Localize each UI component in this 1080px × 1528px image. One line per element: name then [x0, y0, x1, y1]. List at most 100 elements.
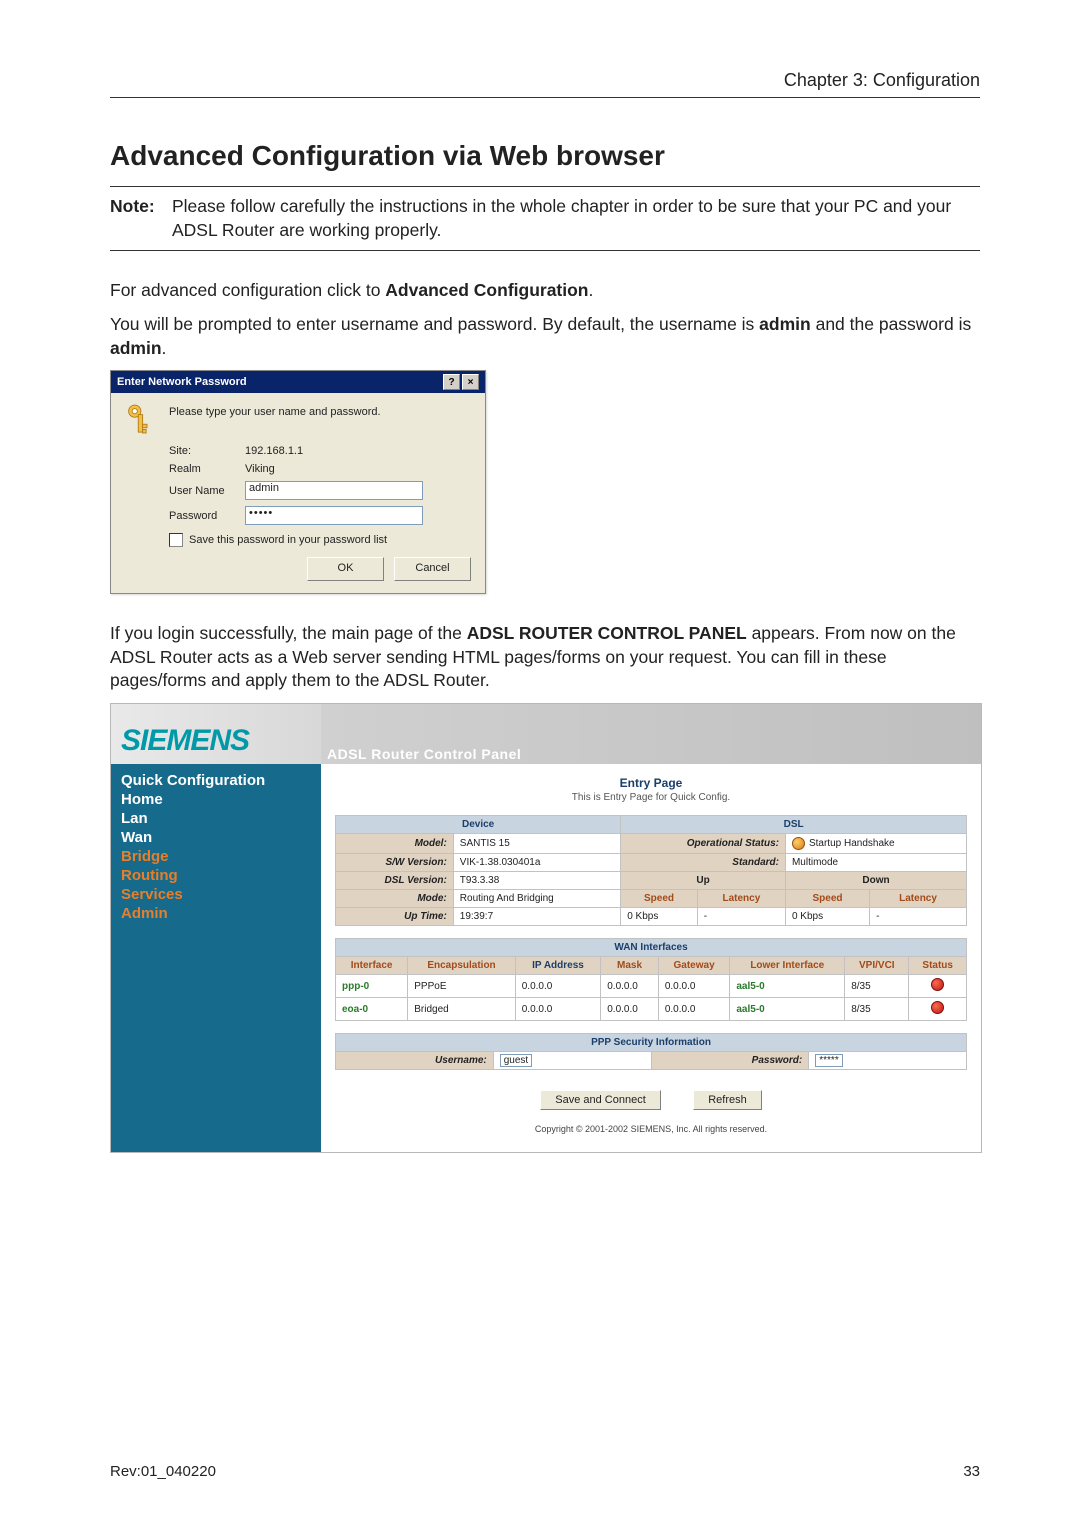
table-row: eoa-0 Bridged 0.0.0.0 0.0.0.0 0.0.0.0 aa… [336, 998, 967, 1021]
model-label: Model: [336, 834, 454, 854]
sidebar-item-bridge[interactable]: Bridge [121, 848, 311, 865]
refresh-button[interactable]: Refresh [693, 1090, 762, 1110]
text: . [162, 338, 167, 358]
op-status-value: Startup Handshake [785, 834, 966, 854]
entry-page-subtitle: This is Entry Page for Quick Config. [335, 792, 967, 803]
col-encapsulation: Encapsulation [408, 957, 516, 975]
ip-value: 0.0.0.0 [515, 998, 600, 1021]
op-status-text: Startup Handshake [809, 838, 895, 849]
page-footer: Rev:01_040220 33 [110, 1463, 980, 1480]
dialog-prompt: Please type your user name and password. [169, 403, 381, 418]
header-rule [110, 97, 980, 98]
ppp-table: PPP Security Information Username: guest… [335, 1033, 967, 1070]
interface-link[interactable]: eoa-0 [342, 1004, 368, 1015]
dsl-version-value: T93.3.38 [453, 872, 620, 890]
ppp-password-input[interactable]: ***** [815, 1054, 842, 1067]
text: . [589, 280, 594, 300]
vpi-value: 8/35 [845, 998, 909, 1021]
save-password-checkbox[interactable] [169, 533, 183, 547]
dsl-version-label: DSL Version: [336, 872, 454, 890]
sidebar-item-quick-config[interactable]: Quick Configuration [121, 772, 311, 789]
brand-bar: ADSL Router Control Panel [321, 704, 981, 764]
lower-interface-link[interactable]: aal5-0 [736, 981, 764, 992]
mode-label: Mode: [336, 890, 454, 908]
revision-text: Rev:01_040220 [110, 1463, 216, 1480]
ppp-username-label: Username: [336, 1052, 494, 1070]
device-dsl-table: Device DSL Model: SANTIS 15 Operational … [335, 815, 967, 926]
uptime-value: 19:39:7 [453, 908, 620, 926]
copyright-text: Copyright © 2001-2002 SIEMENS, Inc. All … [335, 1124, 967, 1134]
sidebar-item-home[interactable]: Home [121, 791, 311, 808]
ip-address-link[interactable]: IP Address [532, 960, 584, 971]
control-panel: SIEMENS ADSL Router Control Panel Quick … [110, 703, 982, 1153]
note-text: Please follow carefully the instructions… [172, 195, 980, 242]
close-icon[interactable]: × [462, 374, 479, 390]
cancel-button[interactable]: Cancel [394, 557, 471, 581]
up-speed-value: 0 Kbps [621, 908, 698, 926]
siemens-logo: SIEMENS [121, 724, 249, 758]
mode-value: Routing And Bridging [453, 890, 620, 908]
title-rule-top [110, 186, 980, 187]
up-latency-value: - [697, 908, 785, 926]
col-mask: Mask [601, 957, 659, 975]
text: You will be prompted to enter username a… [110, 314, 759, 334]
realm-value: Viking [245, 463, 275, 475]
text: and the password is [811, 314, 972, 334]
dialog-titlebar: Enter Network Password ? × [111, 371, 485, 393]
save-password-label: Save this password in your password list [189, 534, 387, 546]
text-bold: admin [759, 314, 811, 334]
device-header: Device [336, 816, 621, 834]
username-input[interactable]: admin [245, 481, 423, 500]
sidebar-item-routing[interactable]: Routing [121, 867, 311, 884]
help-icon[interactable]: ? [443, 374, 460, 390]
site-value: 192.168.1.1 [245, 445, 303, 457]
page-title: Advanced Configuration via Web browser [110, 140, 980, 172]
col-vpi-vci: VPI/VCI [845, 957, 909, 975]
interface-link[interactable]: ppp-0 [342, 981, 369, 992]
paragraph-credentials: You will be prompted to enter username a… [110, 313, 980, 360]
op-status-label: Operational Status: [621, 834, 786, 854]
sidebar: Quick Configuration Home Lan Wan Bridge … [111, 764, 321, 1152]
mask-value: 0.0.0.0 [601, 998, 659, 1021]
vpi-value: 8/35 [845, 975, 909, 998]
text: For advanced configuration click to [110, 280, 385, 300]
ppp-password-label: Password: [651, 1052, 809, 1070]
wan-table: WAN Interfaces Interface Encapsulation I… [335, 938, 967, 1021]
sidebar-item-lan[interactable]: Lan [121, 810, 311, 827]
down-header: Down [785, 872, 966, 890]
lower-interface-link[interactable]: aal5-0 [736, 1004, 764, 1015]
mask-value: 0.0.0.0 [601, 975, 659, 998]
paragraph-advanced-config: For advanced configuration click to Adva… [110, 279, 980, 303]
password-input[interactable]: ••••• [245, 506, 423, 525]
sidebar-item-services[interactable]: Services [121, 886, 311, 903]
col-status: Status [909, 957, 967, 975]
sidebar-item-wan[interactable]: Wan [121, 829, 311, 846]
uptime-label: Up Time: [336, 908, 454, 926]
text-bold: Advanced Configuration [385, 280, 588, 300]
sw-version-label: S/W Version: [336, 854, 454, 872]
title-rule-bottom [110, 250, 980, 251]
down-speed-value: 0 Kbps [785, 908, 869, 926]
status-icon [792, 837, 805, 850]
col-lower-interface: Lower Interface [730, 957, 845, 975]
sidebar-item-admin[interactable]: Admin [121, 905, 311, 922]
up-speed-header: Speed [621, 890, 698, 908]
model-value: SANTIS 15 [453, 834, 620, 854]
up-latency-header: Latency [697, 890, 785, 908]
login-dialog: Enter Network Password ? × Please type y… [110, 370, 486, 594]
ok-button[interactable]: OK [307, 557, 384, 581]
ppp-username-input[interactable]: guest [500, 1054, 532, 1067]
sw-version-value: VIK-1.38.030401a [453, 854, 620, 872]
down-latency-header: Latency [870, 890, 967, 908]
encap-value: Bridged [408, 998, 516, 1021]
save-connect-button[interactable]: Save and Connect [540, 1090, 661, 1110]
realm-label: Realm [169, 463, 245, 475]
down-latency-value: - [870, 908, 967, 926]
wan-header: WAN Interfaces [336, 939, 967, 957]
standard-value: Multimode [785, 854, 966, 872]
text-bold: admin [110, 338, 162, 358]
table-row: ppp-0 PPPoE 0.0.0.0 0.0.0.0 0.0.0.0 aal5… [336, 975, 967, 998]
note-label: Note: [110, 195, 172, 242]
down-speed-header: Speed [785, 890, 869, 908]
status-down-icon [931, 978, 944, 991]
